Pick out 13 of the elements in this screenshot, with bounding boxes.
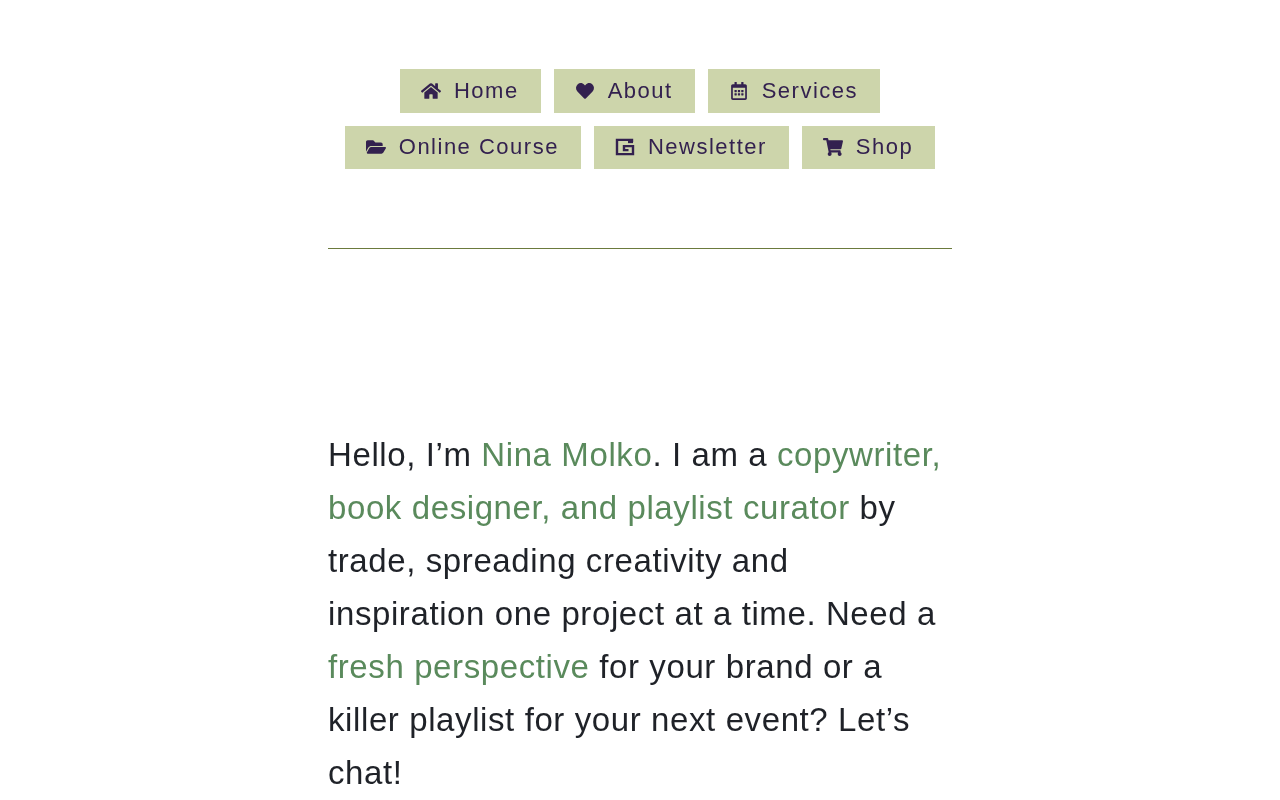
nav-button[interactable]: Services [707,69,880,113]
cart-icon [822,138,843,157]
nav-button[interactable]: Shop [801,125,936,169]
nav-button[interactable]: Online Course [344,125,581,169]
home-icon [420,81,441,100]
intro-paragraph: Hello, I’m Nina Molko. I am a copywriter, book designer, and playlist curator by trade, spreading creativity and inspiration one project at a time. Need a fresh perspective for your brand or a killer playlist for your next event? Let’s chat! [328,435,943,793]
nav-button[interactable]: About [553,69,695,113]
square-spiral-icon [614,138,635,157]
folder-icon [365,138,386,157]
nav-button[interactable]: Home [399,69,541,113]
heart-icon [574,81,595,100]
nav-button[interactable]: Newsletter [593,125,789,169]
calendar-icon [728,81,749,100]
